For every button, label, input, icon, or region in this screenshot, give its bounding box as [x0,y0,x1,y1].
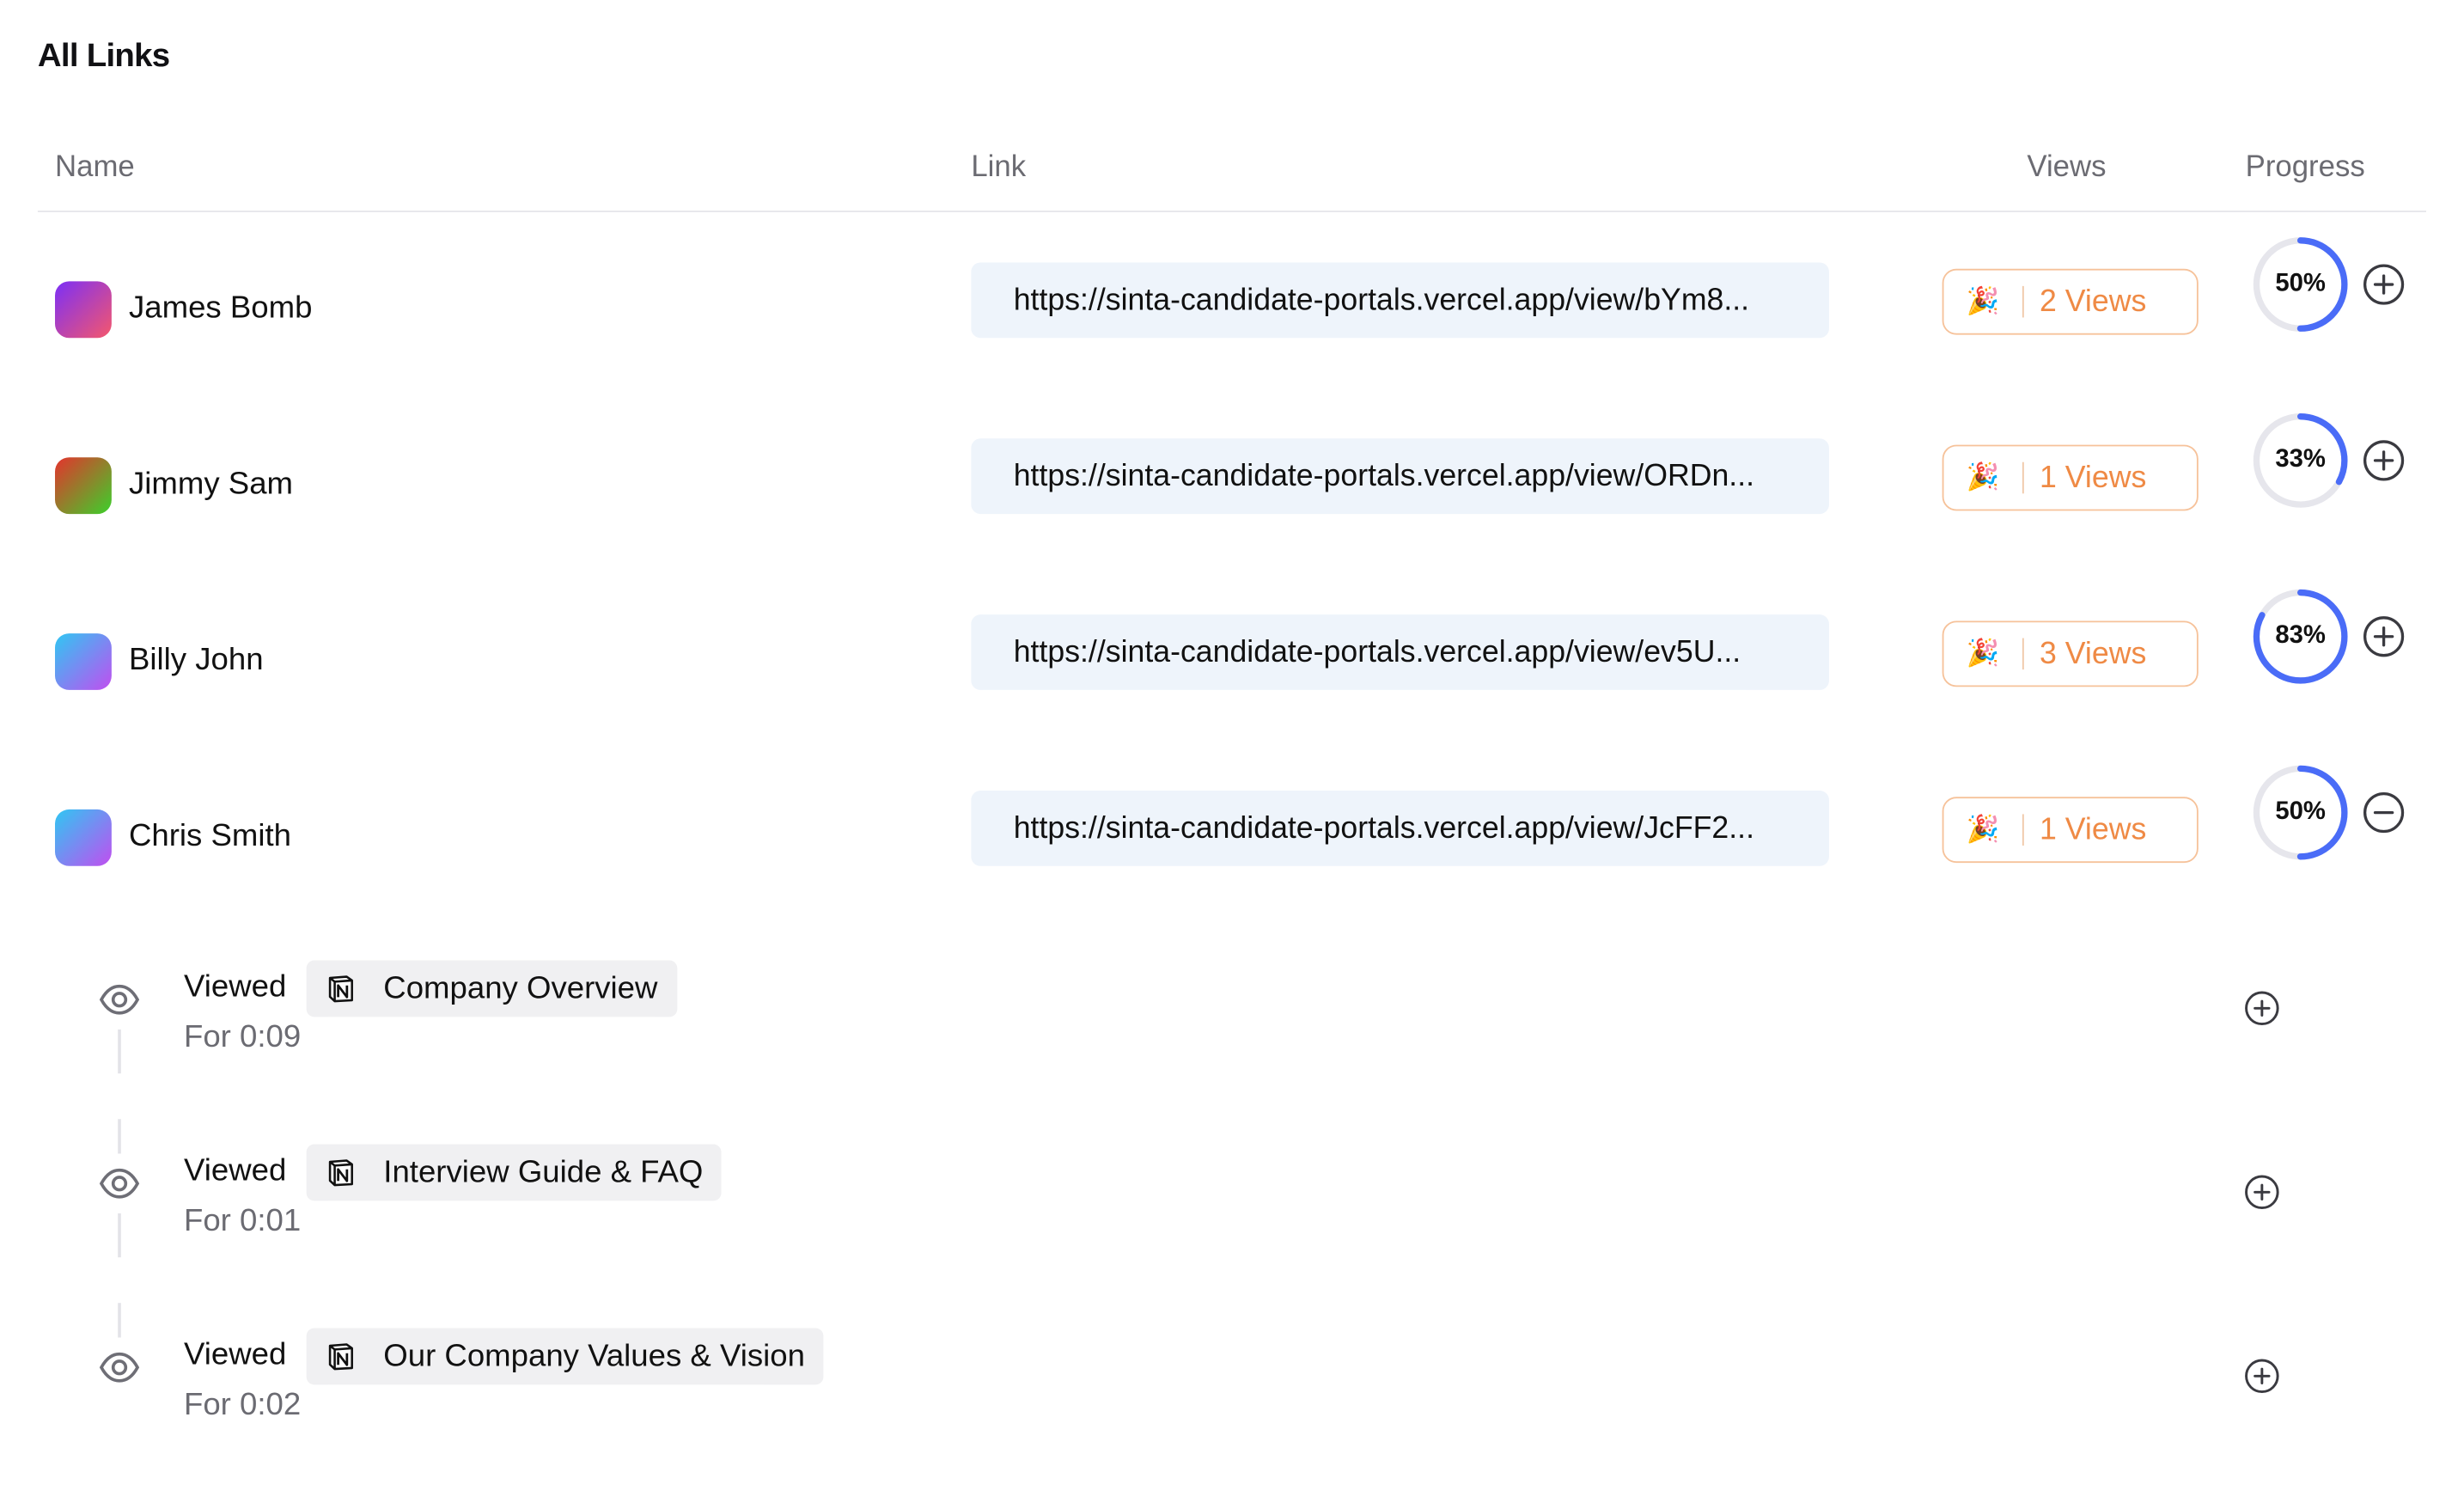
candidate-name: James Bomb [128,290,313,326]
views-count: 2 Views [2040,284,2147,319]
avatar [55,457,112,515]
timeline-line [118,1029,121,1074]
document-title: Company Overview [383,970,658,1005]
expand-plus-icon[interactable] [2362,262,2406,306]
add-circle-icon[interactable] [2244,1358,2280,1394]
notion-icon [328,975,353,1003]
candidate-name: Chris Smith [128,818,292,854]
viewed-label: Viewed [183,969,287,1005]
progress-percent: 50% [2275,798,2326,826]
views-count: 3 Views [2040,635,2147,671]
view-duration: For 0:09 [183,1020,302,1055]
views-badge[interactable]: 🎉 2 Views [1942,268,2199,335]
views-badge[interactable]: 🎉 1 Views [1942,797,2199,864]
column-header-name[interactable]: Name [55,151,135,186]
avatar [55,633,112,690]
table-row[interactable]: Billy John https://sinta-candidate-porta… [0,567,2464,743]
view-duration: For 0:01 [183,1204,302,1239]
document-title: Our Company Values & Vision [383,1338,805,1373]
document-chip[interactable]: Our Company Values & Vision [306,1328,824,1385]
notion-icon [328,1159,353,1187]
collapse-minus-icon[interactable] [2362,791,2406,834]
views-count: 1 Views [2040,811,2147,846]
progress-percent: 83% [2275,622,2326,650]
party-popper-icon: 🎉 [1966,814,2000,845]
activity-item: Viewed Company Overview For 0:09 [0,935,2464,1119]
timeline-line [118,1119,121,1154]
document-chip[interactable]: Company Overview [306,960,677,1017]
document-title: Interview Guide & FAQ [383,1154,704,1189]
column-header-link[interactable]: Link [971,151,1026,186]
viewed-label: Viewed [183,1153,287,1188]
badge-separator [2022,461,2024,494]
party-popper-icon: 🎉 [1966,461,2000,492]
eye-icon [99,1168,140,1199]
progress-percent: 50% [2275,270,2326,297]
party-popper-icon: 🎉 [1966,285,2000,316]
document-chip[interactable]: Interview Guide & FAQ [306,1144,723,1201]
progress-ring: 83% [2252,588,2349,685]
candidate-link[interactable]: https://sinta-candidate-portals.vercel.a… [971,790,1829,866]
views-badge[interactable]: 🎉 1 Views [1942,444,2199,511]
table-row[interactable]: Jimmy Sam https://sinta-candidate-portal… [0,391,2464,567]
timeline-line [118,1213,121,1258]
notion-icon [328,1343,353,1371]
avatar [55,281,112,339]
views-count: 1 Views [2040,459,2147,495]
table-row[interactable]: James Bomb https://sinta-candidate-porta… [0,216,2464,392]
expand-plus-icon[interactable] [2362,438,2406,482]
badge-separator [2022,814,2024,846]
views-badge[interactable]: 🎉 3 Views [1942,620,2199,687]
progress-percent: 33% [2275,446,2326,473]
eye-icon [99,1352,140,1383]
badge-separator [2022,285,2024,318]
progress-ring: 50% [2252,235,2349,333]
candidate-link[interactable]: https://sinta-candidate-portals.vercel.a… [971,262,1829,339]
candidate-name: Billy John [128,643,264,678]
activity-item: Viewed Interview Guide & FAQ For 0:01 [0,1119,2464,1303]
candidate-link[interactable]: https://sinta-candidate-portals.vercel.a… [971,438,1829,515]
eye-icon [99,984,140,1015]
expand-plus-icon[interactable] [2362,614,2406,658]
header-divider [37,211,2426,212]
avatar [55,809,112,866]
column-header-progress[interactable]: Progress [2246,151,2365,186]
add-circle-icon[interactable] [2244,990,2280,1026]
column-header-views[interactable]: Views [2027,151,2106,186]
badge-separator [2022,638,2024,670]
activity-item: Viewed Our Company Values & Vision For 0… [0,1303,2464,1487]
progress-ring: 50% [2252,764,2349,861]
all-links-page: All Links Name Link Views Progress James… [0,0,2464,1509]
add-circle-icon[interactable] [2244,1174,2280,1210]
page-title: All Links [37,37,170,74]
candidate-name: Jimmy Sam [128,467,294,502]
party-popper-icon: 🎉 [1966,638,2000,669]
candidate-link[interactable]: https://sinta-candidate-portals.vercel.a… [971,614,1829,690]
progress-ring: 33% [2252,412,2349,509]
view-duration: For 0:02 [183,1388,302,1423]
timeline-line [118,1303,121,1338]
viewed-label: Viewed [183,1337,287,1372]
table-row[interactable]: Chris Smith https://sinta-candidate-port… [0,743,2464,919]
